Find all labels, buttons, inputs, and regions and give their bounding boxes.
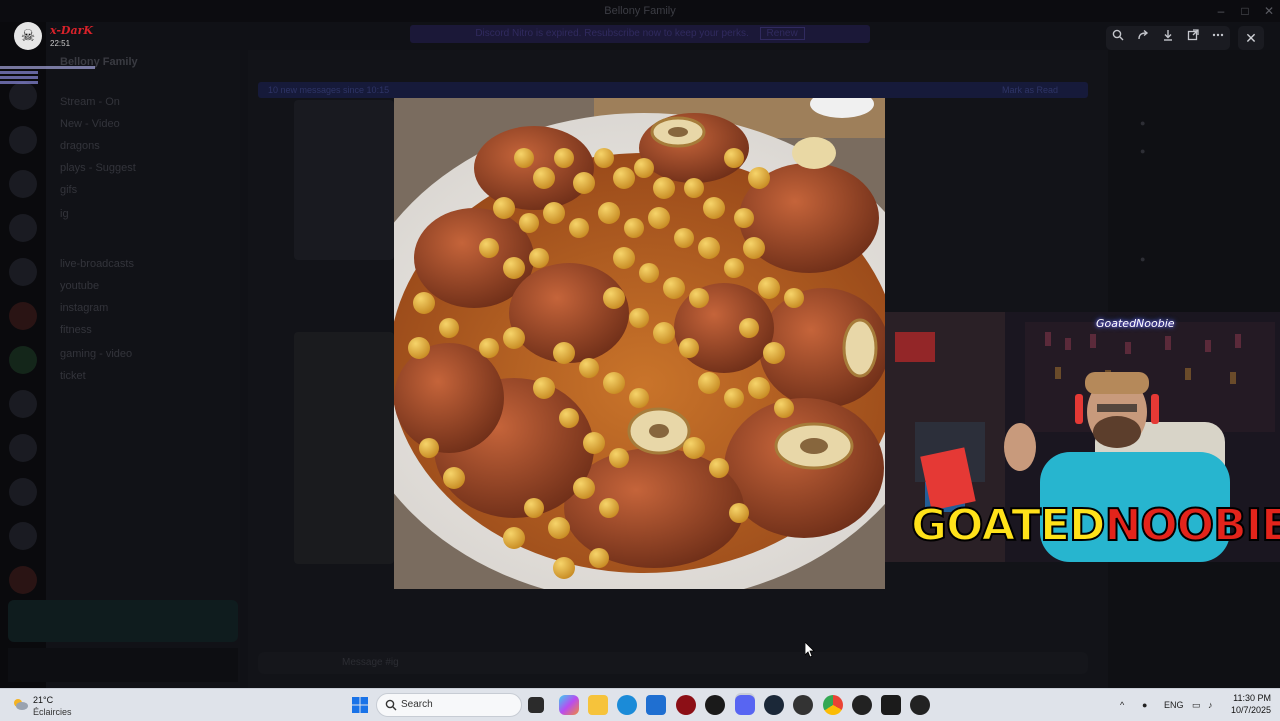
copilot-icon[interactable] — [559, 695, 579, 715]
viewer-close-button[interactable]: ✕ — [1238, 26, 1264, 50]
download-icon[interactable] — [1159, 29, 1177, 47]
microphone-icon[interactable]: ● — [1142, 689, 1147, 721]
windows-logo-icon — [352, 697, 368, 713]
search-placeholder: Search — [401, 699, 433, 710]
channel-item[interactable]: ig — [60, 208, 69, 220]
taskbar: 21°C Éclaircies Search ^ ● ENG ▭ ♪ 11:30… — [0, 688, 1280, 721]
server-icon[interactable] — [9, 126, 37, 154]
message-composer[interactable]: Message #ig — [258, 652, 1088, 674]
steam-icon[interactable] — [764, 695, 784, 715]
member-item[interactable]: ● — [1140, 118, 1145, 128]
server-rail — [0, 22, 46, 688]
server-icon[interactable] — [9, 302, 37, 330]
channel-item[interactable]: live-broadcasts — [60, 258, 134, 270]
open-external-icon[interactable] — [1184, 29, 1202, 47]
partly-cloudy-icon — [14, 699, 28, 710]
app-dark-icon[interactable] — [705, 695, 725, 715]
server-icon[interactable] — [9, 390, 37, 418]
file-explorer-icon[interactable] — [588, 695, 608, 715]
server-icon[interactable] — [9, 170, 37, 198]
member-item[interactable]: ● — [1140, 254, 1145, 264]
image-viewer-toolbar — [1106, 26, 1230, 50]
language-indicator[interactable]: ENG — [1164, 689, 1184, 721]
chat-image[interactable] — [294, 332, 394, 564]
chrome-icon[interactable] — [823, 695, 843, 715]
search-icon — [385, 699, 397, 711]
streamer-name: x-DarK — [50, 24, 93, 37]
nitro-renew-button[interactable]: Renew — [759, 27, 805, 40]
skull-avatar-icon: ☠ — [14, 22, 42, 50]
server-icon[interactable] — [9, 434, 37, 462]
channel-item[interactable]: fitness — [60, 324, 92, 336]
volume-icon[interactable]: ♪ — [1208, 689, 1213, 721]
server-icon[interactable] — [9, 346, 37, 374]
channel-item[interactable]: dragons — [60, 140, 100, 152]
zoom-icon[interactable] — [1109, 29, 1127, 47]
terminal-icon[interactable] — [881, 695, 901, 715]
logo-part-goated: GOATED — [910, 500, 1107, 551]
server-icon[interactable] — [9, 214, 37, 242]
channel-item[interactable]: gifs — [60, 184, 77, 196]
server-icon[interactable] — [9, 82, 37, 110]
channel-item[interactable]: ticket — [60, 370, 86, 382]
media-player-icon[interactable] — [910, 695, 930, 715]
store-icon[interactable] — [646, 695, 666, 715]
channel-item[interactable]: gaming - video — [60, 348, 132, 360]
channel-item[interactable]: Stream - On — [60, 96, 120, 108]
app-circle-icon[interactable] — [793, 695, 813, 715]
voice-panel[interactable] — [8, 600, 238, 642]
mark-read-button[interactable]: Mark as Read — [1002, 82, 1058, 98]
stew-plate-image — [394, 98, 885, 589]
task-view-icon[interactable] — [528, 697, 544, 713]
forward-icon[interactable] — [1134, 29, 1152, 47]
webcam-handle: GoatedNoobie — [1096, 317, 1175, 330]
window-close-button[interactable]: ✕ — [1254, 0, 1280, 22]
channel-item[interactable]: New - Video — [60, 118, 120, 130]
member-item[interactable]: ● — [1140, 146, 1145, 156]
logo-part-noobie: NOOBIE — [1104, 500, 1280, 551]
clock-date: 10/7/2025 — [1230, 705, 1271, 715]
food-photo — [394, 98, 885, 589]
edge-icon[interactable] — [617, 695, 637, 715]
window-title: Bellony Family — [604, 5, 676, 17]
webcam-overlay: GoatedNoobie GOATEDNOOBIE — [885, 312, 1280, 562]
channel-item[interactable]: youtube — [60, 280, 99, 292]
system-clock[interactable]: 11:30 PM 10/7/2025 — [1229, 692, 1271, 716]
channel-item[interactable]: plays - Suggest — [60, 162, 136, 174]
tray-chevron-icon[interactable]: ^ — [1120, 689, 1124, 721]
stream-time: 22:51 — [50, 39, 71, 48]
taskbar-search[interactable]: Search — [376, 693, 522, 717]
user-panel[interactable] — [8, 648, 238, 682]
channel-logo: GOATEDNOOBIE — [910, 503, 1280, 549]
chat-image[interactable] — [294, 100, 394, 260]
obs-icon[interactable] — [852, 695, 872, 715]
app-red-icon[interactable] — [676, 695, 696, 715]
new-messages-banner[interactable]: 10 new messages since 10:15 Mark as Read — [258, 82, 1088, 98]
banner-text: 10 new messages since 10:15 — [268, 85, 390, 95]
start-button[interactable] — [352, 697, 368, 713]
server-icon[interactable] — [9, 522, 37, 550]
network-icon[interactable]: ▭ — [1192, 689, 1201, 721]
discord-icon[interactable] — [735, 695, 755, 715]
more-icon[interactable] — [1209, 29, 1227, 47]
nitro-notice-text: Discord Nitro is expired. Resubscribe no… — [475, 28, 749, 39]
server-icon[interactable] — [9, 566, 37, 594]
mouse-cursor-icon — [804, 641, 815, 663]
clock-time: 11:30 PM — [1233, 693, 1271, 703]
nitro-notice: Discord Nitro is expired. Resubscribe no… — [410, 25, 870, 43]
composer-placeholder: Message #ig — [342, 657, 399, 668]
server-icon[interactable] — [9, 478, 37, 506]
stream-chat-overlay — [0, 66, 95, 84]
channel-item[interactable]: instagram — [60, 302, 108, 314]
weather-condition: Éclaircies — [33, 707, 72, 717]
channel-list: Bellony Family Stream - On New - Video d… — [46, 50, 240, 688]
server-icon[interactable] — [9, 258, 37, 286]
window-titlebar: Bellony Family — [0, 0, 1280, 22]
weather-temperature: 21°C — [33, 695, 54, 705]
